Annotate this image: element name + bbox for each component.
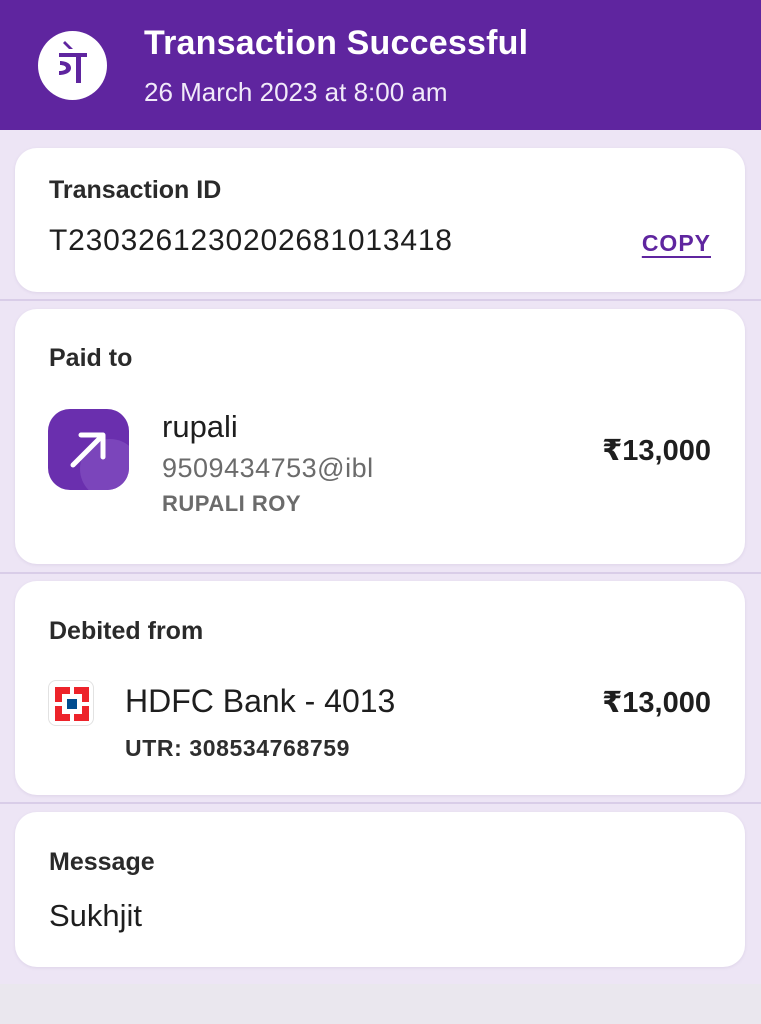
- section-divider: [0, 299, 761, 301]
- debited-from-label: Debited from: [49, 617, 204, 645]
- debited-from-card: Debited from HDFC Bank - 4013 UTR: 30853…: [15, 581, 745, 795]
- transaction-id-value: T2303261230202681013418: [49, 224, 453, 257]
- phonepe-logo-icon: [38, 31, 107, 100]
- debited-amount: ₹13,000: [602, 687, 711, 719]
- transaction-id-card: Transaction ID T2303261230202681013418 C…: [15, 148, 745, 292]
- paid-to-card: Paid to rupali 9509434753@ibl RUPALI ROY…: [15, 309, 745, 564]
- arrow-up-right-icon: [48, 409, 129, 490]
- message-card: Message Sukhjit: [15, 812, 745, 967]
- payee-upi-id: 9509434753@ibl: [162, 453, 374, 483]
- page-title: Transaction Successful: [144, 24, 529, 62]
- transaction-datetime: 26 March 2023 at 8:00 am: [144, 77, 448, 107]
- copy-button[interactable]: COPY: [642, 230, 711, 257]
- section-divider: [0, 572, 761, 574]
- hdfc-bank-logo-icon: [48, 680, 94, 726]
- payee-name: rupali: [162, 409, 238, 444]
- payee-legal-name: RUPALI ROY: [162, 491, 302, 516]
- bottom-strip: [0, 984, 761, 1024]
- message-text: Sukhjit: [49, 898, 143, 933]
- section-divider: [0, 802, 761, 804]
- transaction-id-label: Transaction ID: [49, 176, 222, 204]
- paid-to-label: Paid to: [49, 344, 133, 372]
- bank-account-name: HDFC Bank - 4013: [125, 683, 396, 719]
- paid-amount: ₹13,000: [602, 435, 711, 467]
- utr-number: UTR: 308534768759: [125, 735, 351, 761]
- message-label: Message: [49, 848, 155, 876]
- transaction-header: Transaction Successful 26 March 2023 at …: [0, 0, 761, 130]
